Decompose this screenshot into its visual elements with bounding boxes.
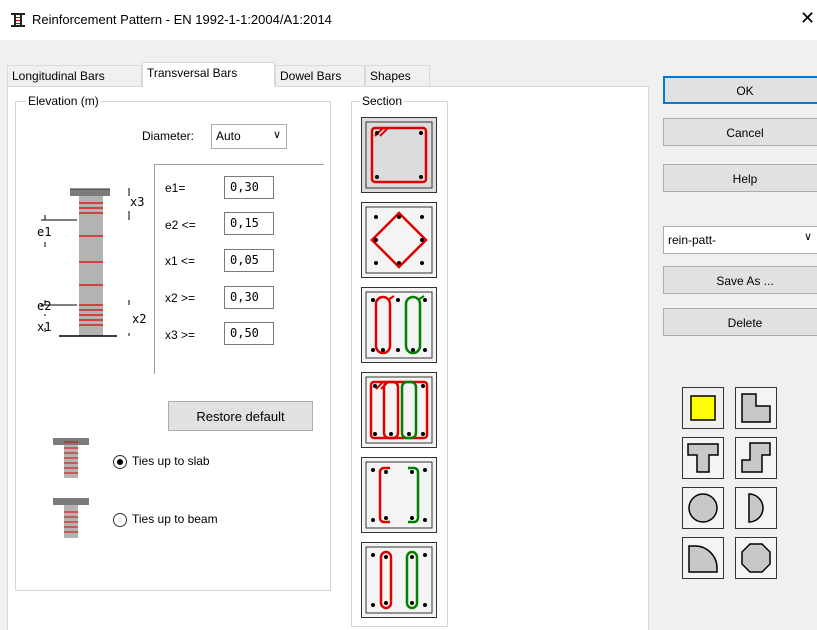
shape-half-circle-button[interactable] — [735, 487, 777, 529]
e2-diagram-label: e2 — [37, 299, 51, 313]
window-title: Reinforcement Pattern - EN 1992-1-1:2004… — [32, 12, 332, 27]
ties-up-to-beam-label[interactable]: Ties up to beam — [132, 512, 218, 526]
app-icon — [11, 13, 25, 27]
close-icon[interactable]: ✕ — [800, 8, 815, 28]
perimeter-tie-icon — [365, 121, 433, 189]
restore-default-button[interactable]: Restore default — [168, 401, 313, 431]
chevron-down-icon: ∨ — [272, 129, 281, 141]
c-ties-icon — [365, 461, 433, 529]
shape-rectangle-button[interactable] — [682, 387, 724, 429]
shape-t-button[interactable] — [682, 437, 724, 479]
chevron-down-icon: ∨ — [803, 231, 812, 243]
circle-shape-icon — [688, 493, 718, 523]
help-button[interactable]: Help — [663, 164, 817, 192]
e2-input[interactable]: 0,15 — [224, 212, 274, 235]
tab-shapes[interactable]: Shapes — [365, 65, 430, 86]
x2-input[interactable]: 0,30 — [224, 286, 274, 309]
e2-label: e2 <= — [165, 218, 196, 232]
section-pattern-hairpin-ties[interactable] — [361, 542, 437, 618]
e1-diagram-label: e1 — [37, 225, 51, 239]
ties-up-to-slab-icon — [53, 438, 89, 478]
section-pattern-two-closed-ties[interactable] — [361, 287, 437, 363]
x3-input[interactable]: 0,50 — [224, 322, 274, 345]
section-pattern-perimeter-plus-ties[interactable] — [361, 372, 437, 448]
section-pattern-c-ties[interactable] — [361, 457, 437, 533]
shape-z-button[interactable] — [735, 437, 777, 479]
diameter-value: Auto — [216, 129, 241, 143]
shape-circle-button[interactable] — [682, 487, 724, 529]
x1-label: x1 <= — [165, 254, 196, 268]
ties-up-to-beam-icon — [53, 498, 89, 538]
save-as-button[interactable]: Save As ... — [663, 266, 817, 294]
x3-diagram-label: x3 — [130, 195, 144, 209]
tab-longitudinal-bars[interactable]: Longitudinal Bars — [7, 65, 142, 86]
preset-value: rein-patt- — [668, 233, 717, 247]
ok-button[interactable]: OK — [663, 76, 817, 104]
x2-label: x2 >= — [165, 291, 196, 305]
diameter-select[interactable]: Auto ∨ — [211, 124, 287, 149]
section-pattern-diamond[interactable] — [361, 202, 437, 278]
x1-diagram-label: x1 — [37, 320, 51, 334]
section-group-title: Section — [360, 94, 405, 108]
shape-l-button[interactable] — [735, 387, 777, 429]
dialog-body: Longitudinal Bars Transversal Bars Dowel… — [0, 40, 817, 630]
tab-dowel-bars[interactable]: Dowel Bars — [275, 65, 365, 86]
ties-up-to-slab-label[interactable]: Ties up to slab — [132, 454, 210, 468]
diamond-tie-icon — [365, 206, 433, 274]
quarter-circle-shape-icon — [688, 545, 718, 573]
e1-label: e1= — [165, 181, 186, 195]
elevation-group-title: Elevation (m) — [26, 94, 101, 108]
cancel-button[interactable]: Cancel — [663, 118, 817, 146]
hairpin-ties-icon — [365, 546, 433, 614]
preset-select[interactable]: rein-patt- ∨ — [663, 226, 817, 254]
section-group: Section — [351, 94, 448, 627]
shape-quarter-circle-button[interactable] — [682, 537, 724, 579]
delete-button[interactable]: Delete — [663, 308, 817, 336]
tab-transversal-bars[interactable]: Transversal Bars — [142, 62, 275, 87]
column-elevation-diagram: x3 e1 e2 x2 x1 — [37, 188, 146, 337]
ties-up-to-beam-radio[interactable] — [113, 513, 127, 527]
parameter-panel: e1= 0,30 e2 <= 0,15 x1 <= 0,05 x2 >= 0,3… — [154, 164, 324, 374]
e1-input[interactable]: 0,30 — [224, 176, 274, 199]
diameter-label: Diameter: — [142, 129, 195, 143]
z-shape-icon — [741, 442, 771, 473]
rectangle-shape-icon — [690, 395, 716, 421]
l-shape-icon — [741, 393, 771, 423]
ties-up-to-slab-radio[interactable] — [113, 455, 127, 469]
title-bar: Reinforcement Pattern - EN 1992-1-1:2004… — [0, 0, 817, 40]
shape-octagon-button[interactable] — [735, 537, 777, 579]
x2-diagram-label: x2 — [132, 312, 146, 326]
t-shape-icon — [687, 443, 719, 473]
x1-input[interactable]: 0,05 — [224, 249, 274, 272]
elevation-group: Elevation (m) Diameter: Auto ∨ x3 e1 e2 … — [15, 94, 331, 591]
octagon-shape-icon — [741, 543, 771, 573]
half-circle-shape-icon — [748, 493, 764, 523]
section-pattern-perimeter[interactable] — [361, 117, 437, 193]
x3-label: x3 >= — [165, 328, 196, 342]
tab-panel-transversal: Elevation (m) Diameter: Auto ∨ x3 e1 e2 … — [7, 86, 649, 630]
perimeter-plus-ties-icon — [365, 376, 433, 444]
two-closed-ties-icon — [365, 291, 433, 359]
